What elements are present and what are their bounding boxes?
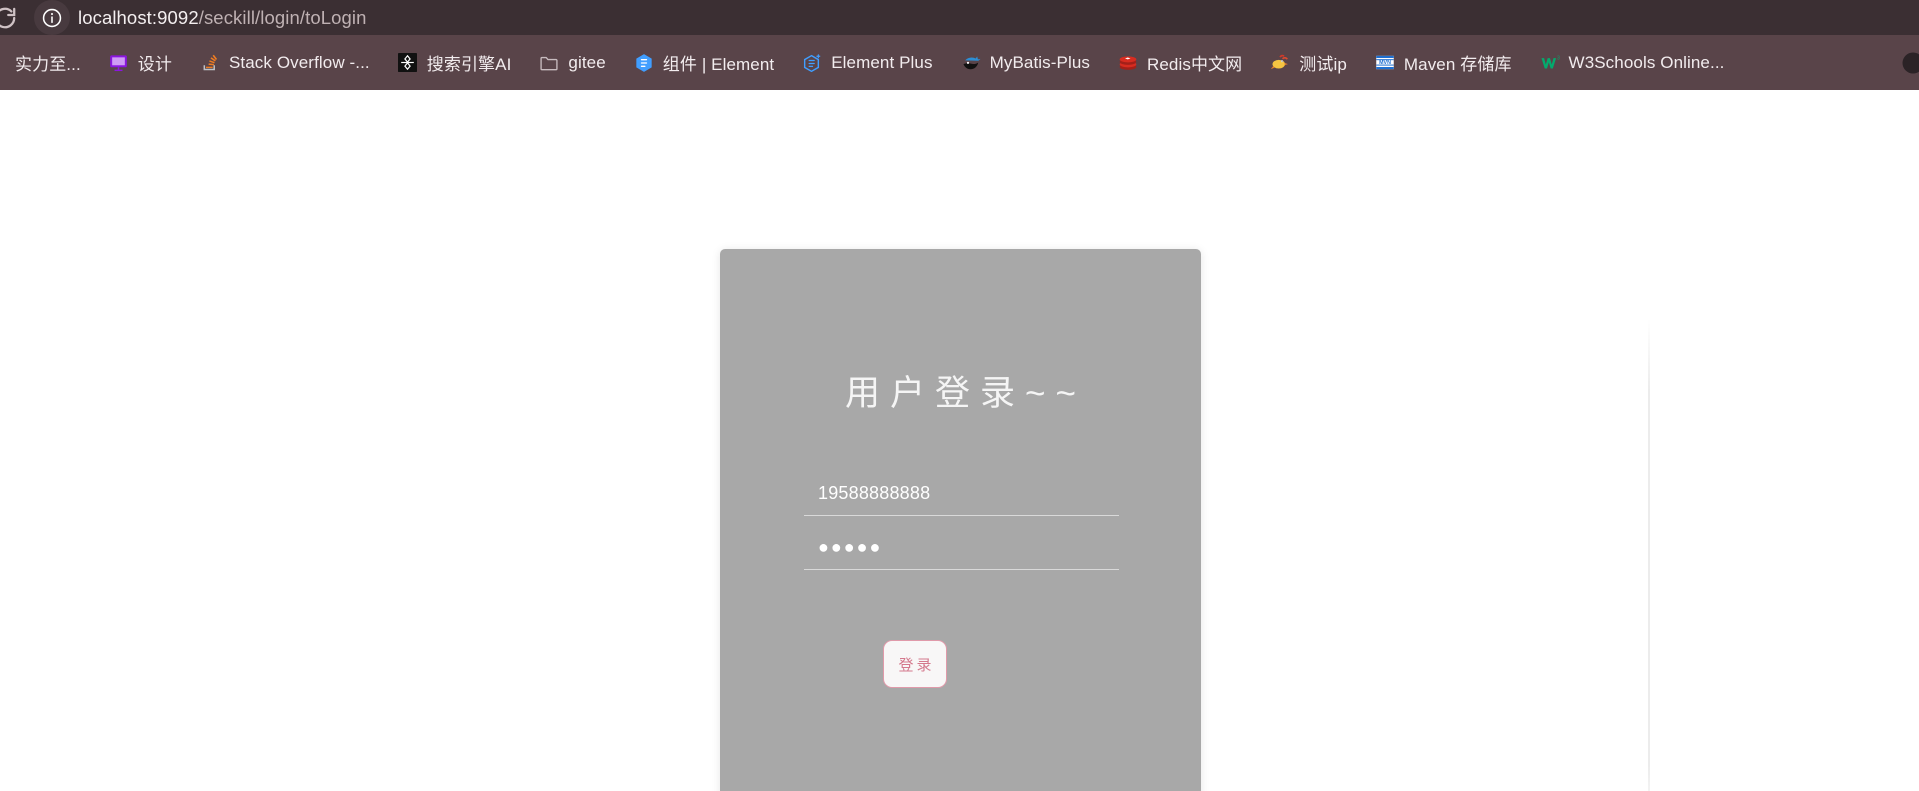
bookmark-label: W3Schools Online... [1568,52,1725,72]
reload-icon[interactable] [0,2,22,34]
bookmark-test-ip[interactable]: 测试ip [1260,44,1357,82]
bookmark-element-plus[interactable]: Element Plus [792,44,942,82]
bookmark-redis-cn[interactable]: Redis中文网 [1108,44,1252,82]
bookmark-label: 实力至... [15,55,81,74]
svg-text:MVN: MVN [1379,60,1391,66]
bookmark-label: 搜索引擎AI [426,55,512,74]
bookmark-gitee[interactable]: gitee [529,44,615,82]
design-board-icon [109,53,129,73]
bookmark-label: 设计 [137,55,172,74]
bookmark-maven-repository[interactable]: MVN Maven 存储库 [1365,44,1522,82]
bookmark-stack-overflow[interactable]: Stack Overflow -... [190,44,380,82]
login-card: 用户登录~~ 登录 [720,249,1201,791]
bookmark-label: Element Plus [831,52,933,72]
maven-icon: MVN [1375,53,1395,73]
test-ip-icon [1270,53,1290,73]
bookmark-label: 组件 | Element [662,55,775,74]
page-viewport: 用户登录~~ 登录 [0,90,1919,791]
mobile-field-group [804,471,1119,516]
bookmark-label: Maven 存储库 [1403,55,1512,74]
search-ai-icon [398,53,418,73]
stack-overflow-icon [200,53,220,73]
bookmark-shilizhi[interactable]: 实力至... [0,44,91,82]
bookmark-label: 测试ip [1299,55,1347,74]
bookmark-sheji[interactable]: 设计 [99,44,182,82]
login-button[interactable]: 登录 [883,640,947,688]
bookmark-label: Redis中文网 [1146,55,1243,74]
bookmark-search-ai[interactable]: 搜索引擎AI [388,44,522,82]
bookmark-overflow-icon[interactable] [1893,43,1919,83]
bookmarks-bar: 实力至... 设计 Stack Overflow -... 搜索引擎AI git… [0,35,1919,90]
page-title: 用户登录~~ [845,374,1086,413]
scroll-divider [1648,318,1650,791]
bookmark-label: gitee [568,52,606,72]
mobile-input[interactable] [804,471,1119,515]
bookmark-w3schools[interactable]: 3 W3Schools Online... [1530,44,1735,82]
url-host: localhost:9092 [78,7,199,28]
redis-icon [1118,53,1138,73]
omnibox-bar: localhost:9092/seckill/login/toLogin [0,0,1919,35]
element-plus-icon [802,53,822,73]
browser-chrome: localhost:9092/seckill/login/toLogin 实力至… [0,0,1919,90]
password-field-group [804,525,1119,570]
url-bar-text[interactable]: localhost:9092/seckill/login/toLogin [78,0,367,35]
svg-text:3: 3 [1557,56,1560,62]
site-info-icon[interactable] [34,0,70,35]
password-input[interactable] [804,525,1119,569]
folder-icon [539,53,559,73]
url-path: /seckill/login/toLogin [198,7,367,28]
w3schools-icon: 3 [1540,53,1560,73]
bookmark-element-components[interactable]: 组件 | Element [624,44,784,82]
mybatis-plus-icon [961,53,981,73]
bookmark-mybatis-plus[interactable]: MyBatis-Plus [951,44,1100,82]
bookmark-label: MyBatis-Plus [989,52,1090,72]
element-ui-icon [634,53,654,73]
generic-page-icon [0,53,6,73]
bookmark-label: Stack Overflow -... [228,52,370,72]
